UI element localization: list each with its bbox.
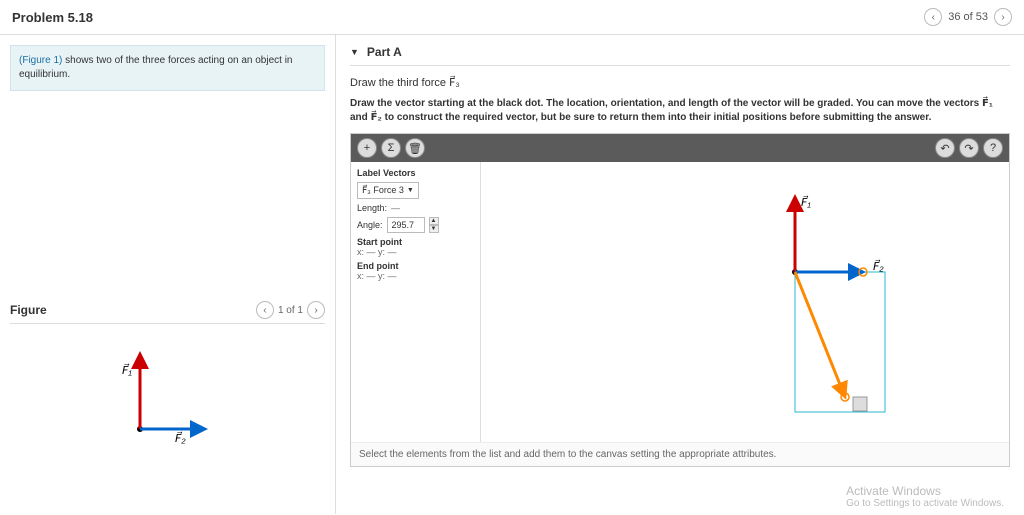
chevron-down-icon: ▼ bbox=[407, 187, 414, 194]
add-vector-button[interactable]: + bbox=[357, 138, 377, 158]
prev-figure-button[interactable]: ‹ bbox=[256, 301, 274, 319]
figure-diagram: F⃗₁ F⃗₂ bbox=[10, 324, 325, 464]
help-button[interactable]: ? bbox=[983, 138, 1003, 158]
collapse-icon[interactable]: ▼ bbox=[350, 47, 359, 57]
drawing-canvas[interactable]: F⃗₁ F⃗₂ bbox=[481, 162, 1009, 442]
figure-description: (Figure 1) shows two of the three forces… bbox=[10, 45, 325, 91]
angle-input[interactable]: 295.7 bbox=[387, 217, 425, 233]
start-point-label: Start point bbox=[357, 237, 474, 247]
sum-button[interactable]: Σ bbox=[381, 138, 401, 158]
undo-button[interactable]: ↶ bbox=[935, 138, 955, 158]
end-point-label: End point bbox=[357, 261, 474, 271]
vector-control-panel: Label Vectors F⃗₃ Force 3▼ Length: — Ang… bbox=[351, 162, 481, 442]
figure-page-indicator: 1 of 1 bbox=[278, 305, 303, 316]
problem-title: Problem 5.18 bbox=[12, 10, 93, 25]
angle-label: Angle: bbox=[357, 220, 383, 230]
hint-text: Select the elements from the list and ad… bbox=[351, 442, 1009, 466]
figure-link[interactable]: (Figure 1) bbox=[19, 55, 62, 66]
redo-button[interactable]: ↷ bbox=[959, 138, 979, 158]
length-label: Length: bbox=[357, 203, 387, 213]
end-point-value: x: — y: — bbox=[357, 271, 474, 281]
length-value: — bbox=[391, 203, 400, 213]
page-indicator: 36 of 53 bbox=[948, 11, 988, 23]
next-problem-button[interactable]: › bbox=[994, 8, 1012, 26]
prev-problem-button[interactable]: ‹ bbox=[924, 8, 942, 26]
figure-heading: Figure bbox=[10, 303, 47, 317]
start-point-value: x: — y: — bbox=[357, 247, 474, 257]
f2-label: F⃗₂ bbox=[175, 431, 186, 445]
delete-button[interactable]: 🗑 bbox=[405, 138, 425, 158]
vector-workspace: + Σ 🗑 ↶ ↷ ? Label Vectors F⃗₃ Force 3▼ bbox=[350, 133, 1010, 467]
part-label: Part A bbox=[367, 45, 402, 59]
label-vectors-heading: Label Vectors bbox=[357, 168, 474, 178]
problem-pager: ‹ 36 of 53 › bbox=[924, 8, 1012, 26]
part-instruction: Draw the vector starting at the black do… bbox=[350, 97, 1010, 125]
next-figure-button[interactable]: › bbox=[307, 301, 325, 319]
part-prompt: Draw the third force F⃗₃ bbox=[350, 76, 1010, 89]
angle-stepper[interactable]: ▲▼ bbox=[429, 217, 439, 233]
svg-text:F⃗₂: F⃗₂ bbox=[873, 259, 884, 273]
svg-text:F⃗₁: F⃗₁ bbox=[801, 195, 811, 209]
f1-label: F⃗₁ bbox=[122, 363, 132, 377]
vector-select[interactable]: F⃗₃ Force 3▼ bbox=[357, 182, 419, 199]
workspace-toolbar: + Σ 🗑 ↶ ↷ ? bbox=[351, 134, 1009, 162]
